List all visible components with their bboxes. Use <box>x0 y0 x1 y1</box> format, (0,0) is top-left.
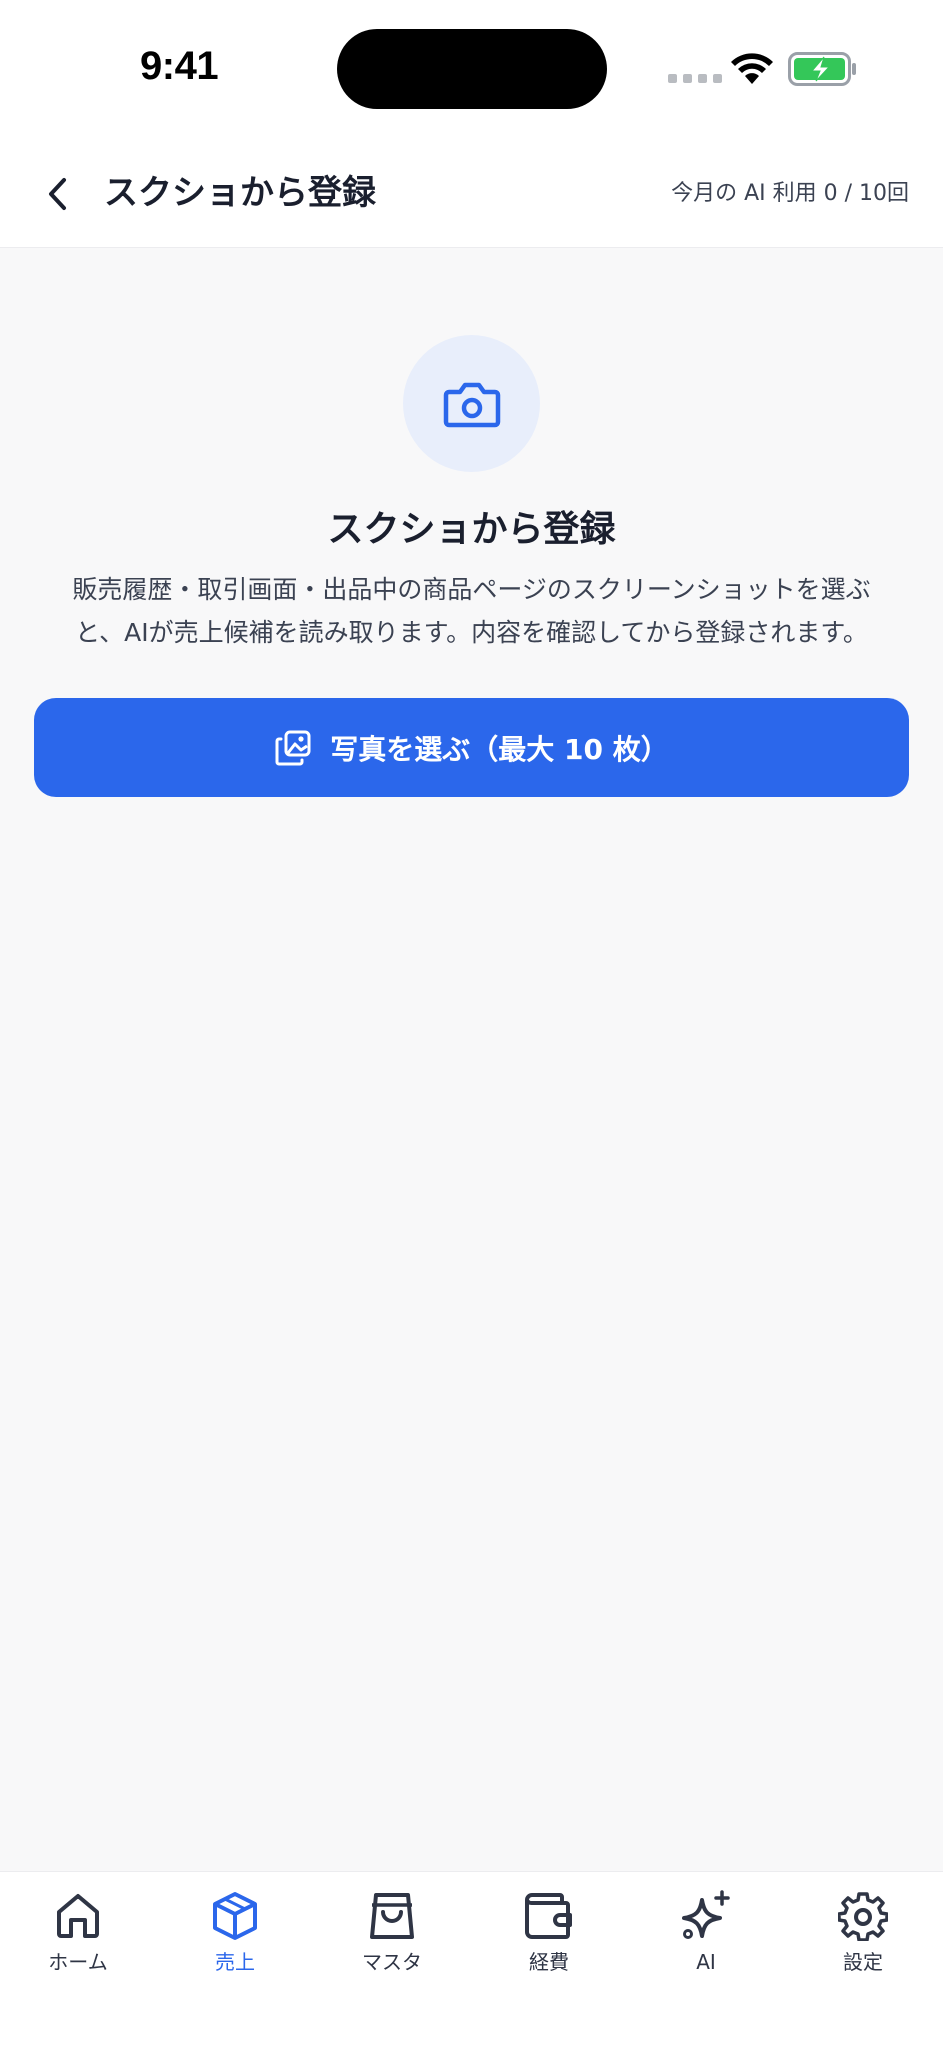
home-icon <box>57 1894 99 1938</box>
gear-icon <box>838 1892 888 1941</box>
ai-usage-counter: 今月の AI 利用 0 / 10回 <box>671 181 909 206</box>
chevron-left-icon <box>49 178 66 210</box>
nav-header: スクショから登録 今月の AI 利用 0 / 10回 <box>0 140 943 248</box>
page-title: スクショから登録 <box>104 173 376 213</box>
section-title: スクショから登録 <box>327 509 616 550</box>
sparkles-icon <box>682 1890 730 1939</box>
camera-icon-circle <box>403 335 540 472</box>
status-bar: 9:41 <box>0 0 943 140</box>
wifi-icon <box>731 53 773 84</box>
tab-settings[interactable]: 設定 <box>793 1890 933 2000</box>
tab-sales-label: 売上 <box>215 1950 255 1974</box>
battery-charging-icon <box>788 52 856 86</box>
tab-ai[interactable]: AI <box>636 1890 776 2000</box>
tab-settings-label: 設定 <box>843 1950 883 1974</box>
tab-home[interactable]: ホーム <box>8 1890 148 2000</box>
tab-expenses-label: 経費 <box>529 1950 569 1974</box>
description-text: 販売履歴・取引画面・出品中の商品ページのスクリーンショットを選ぶと、AIが売上候… <box>72 575 871 647</box>
shopping-bag-icon <box>370 1893 414 1939</box>
cellular-signal-icon <box>668 74 722 83</box>
pick-photos-button[interactable]: 写真を選ぶ（最大 10 枚） <box>34 698 909 797</box>
wallet-icon <box>525 1893 572 1939</box>
status-time: 9:41 <box>140 44 219 88</box>
back-button[interactable] <box>36 168 80 220</box>
bottom-tab-bar: ホーム 売上 マスタ 経費 AI 設定 <box>0 1871 943 2049</box>
pick-photos-button-label: 写真を選ぶ（最大 10 枚） <box>330 732 669 766</box>
tab-ai-label: AI <box>696 1950 716 1974</box>
box-icon <box>213 1892 257 1940</box>
tab-master[interactable]: マスタ <box>322 1890 462 2000</box>
tab-home-label: ホーム <box>48 1950 108 1974</box>
photos-icon <box>275 730 311 765</box>
camera-icon <box>443 382 500 427</box>
tab-master-label: マスタ <box>362 1950 422 1974</box>
tab-sales[interactable]: 売上 <box>165 1890 305 2000</box>
tab-expenses[interactable]: 経費 <box>479 1890 619 2000</box>
dynamic-island <box>337 29 607 109</box>
